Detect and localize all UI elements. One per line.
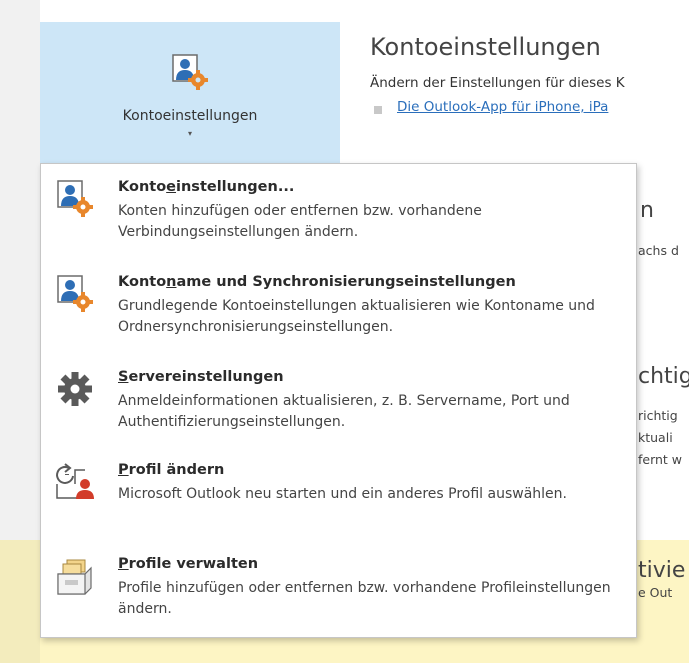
menu-item-change-profile[interactable]: Profil ändern Microsoft Outlook neu star… (41, 462, 636, 538)
partial-text-3: e Out (638, 585, 673, 600)
outlook-app-link[interactable]: Die Outlook-App für iPhone, iPa (397, 99, 608, 115)
menu-item-manage-profiles[interactable]: Profile verwalten Profile hinzufügen ode… (41, 556, 636, 632)
menu-item-title: Profil ändern (118, 462, 225, 478)
menu-item-description: Anmeldeinformationen aktualisieren, z. B… (118, 393, 570, 430)
partial-heading-3: tivie (638, 558, 686, 583)
partial-heading-2: chtig (638, 364, 689, 389)
menu-item-server-settings[interactable]: Servereinstellungen Anmeldeinformationen… (41, 369, 636, 445)
account-settings-button-label: Kontoeinstellungen (122, 108, 258, 124)
menu-item-description: Microsoft Outlook neu starten und ein an… (118, 486, 567, 502)
menu-item-account-settings[interactable]: Kontoeinstellungen... Konten hinzufügen … (41, 179, 636, 255)
partial-text-2c: fernt w (638, 452, 683, 467)
partial-text-2b: ktuali (638, 430, 673, 445)
menu-item-title: Servereinstellungen (118, 369, 284, 385)
partial-text-1: achs d (638, 243, 679, 258)
menu-item-title: Kontoeinstellungen... (118, 179, 295, 195)
menu-item-title: Kontoname und Synchronisierungseinstellu… (118, 274, 516, 290)
account-settings-button[interactable]: Kontoeinstellungen ▾ (40, 22, 340, 163)
change-profile-icon (55, 462, 95, 502)
menu-item-title: Profile verwalten (118, 556, 259, 572)
info-highlight-band-left (0, 540, 40, 663)
chevron-down-icon: ▾ (187, 129, 192, 138)
section-description: Ändern der Einstellungen für dieses K (370, 75, 625, 91)
bullet-icon (374, 106, 382, 114)
menu-item-description: Konten hinzufügen oder entfernen bzw. vo… (118, 203, 482, 240)
menu-item-account-name-sync[interactable]: Kontoname und Synchronisierungseinstellu… (41, 274, 636, 350)
section-title: Kontoeinstellungen (370, 33, 601, 61)
account-settings-menu: Kontoeinstellungen... Konten hinzufügen … (40, 163, 637, 638)
menu-item-description: Profile hinzufügen oder entfernen bzw. v… (118, 580, 611, 617)
account-settings-icon (170, 52, 210, 92)
menu-item-description: Grundlegende Kontoeinstellungen aktualis… (118, 298, 595, 335)
account-name-sync-icon (55, 274, 95, 314)
manage-profiles-icon (55, 556, 95, 596)
partial-heading-1: n (640, 198, 654, 223)
account-settings-icon (55, 179, 95, 219)
partial-text-2a: richtig (638, 408, 678, 423)
gear-icon (55, 369, 95, 409)
